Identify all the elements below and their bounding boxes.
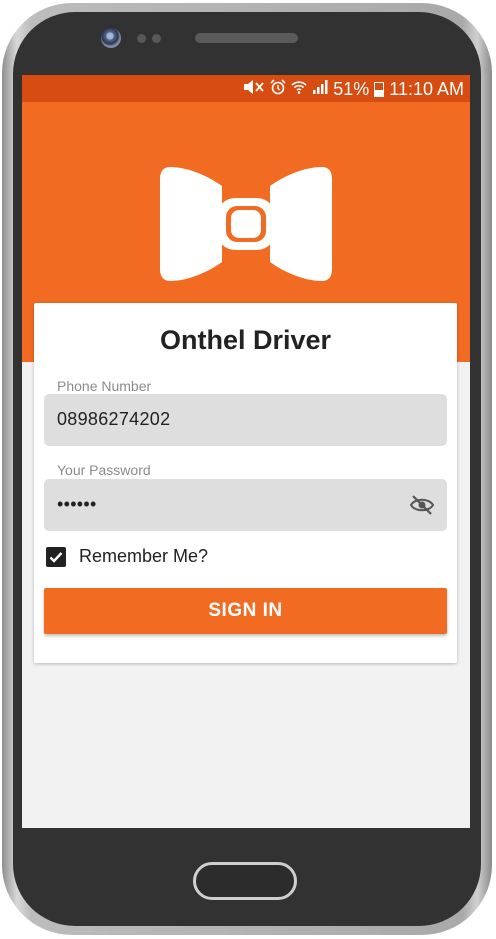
sign-in-button[interactable]: SIGN IN xyxy=(44,588,447,634)
sensor-dot xyxy=(152,34,161,43)
signal-icon xyxy=(312,79,328,100)
status-time: 11:10 AM xyxy=(389,79,464,99)
app-title: Onthel Driver xyxy=(159,325,332,355)
phone-label: Phone Number xyxy=(57,378,152,394)
battery-icon xyxy=(374,82,385,97)
phone-input[interactable]: 08986274202 xyxy=(44,394,447,446)
remember-checkbox[interactable] xyxy=(46,546,66,567)
password-label: Your Password xyxy=(57,462,151,478)
bowtie-logo-icon xyxy=(160,167,332,281)
sensor-dot xyxy=(137,34,146,43)
wifi-icon xyxy=(291,79,307,100)
alarm-icon xyxy=(270,79,286,100)
mute-icon xyxy=(243,79,265,100)
eye-off-icon[interactable] xyxy=(409,494,435,516)
password-value: •••••• xyxy=(57,494,97,514)
home-button[interactable] xyxy=(193,862,297,900)
status-bar: 51% 11:10 AM xyxy=(22,75,470,102)
battery-percent: 51% xyxy=(333,79,370,99)
phone-value: 08986274202 xyxy=(57,409,171,429)
password-input[interactable]: •••••• xyxy=(44,479,447,531)
remember-label: Remember Me? xyxy=(79,546,209,566)
remember-me-row[interactable]: Remember Me? xyxy=(46,546,208,567)
camera-icon xyxy=(101,28,121,48)
speaker-grille xyxy=(195,33,298,43)
login-card: Onthel Driver Phone Number 08986274202 Y… xyxy=(34,303,457,663)
check-icon xyxy=(49,551,63,563)
app-screen: 51% 11:10 AM Onthel Driver Phone Number … xyxy=(22,75,470,828)
